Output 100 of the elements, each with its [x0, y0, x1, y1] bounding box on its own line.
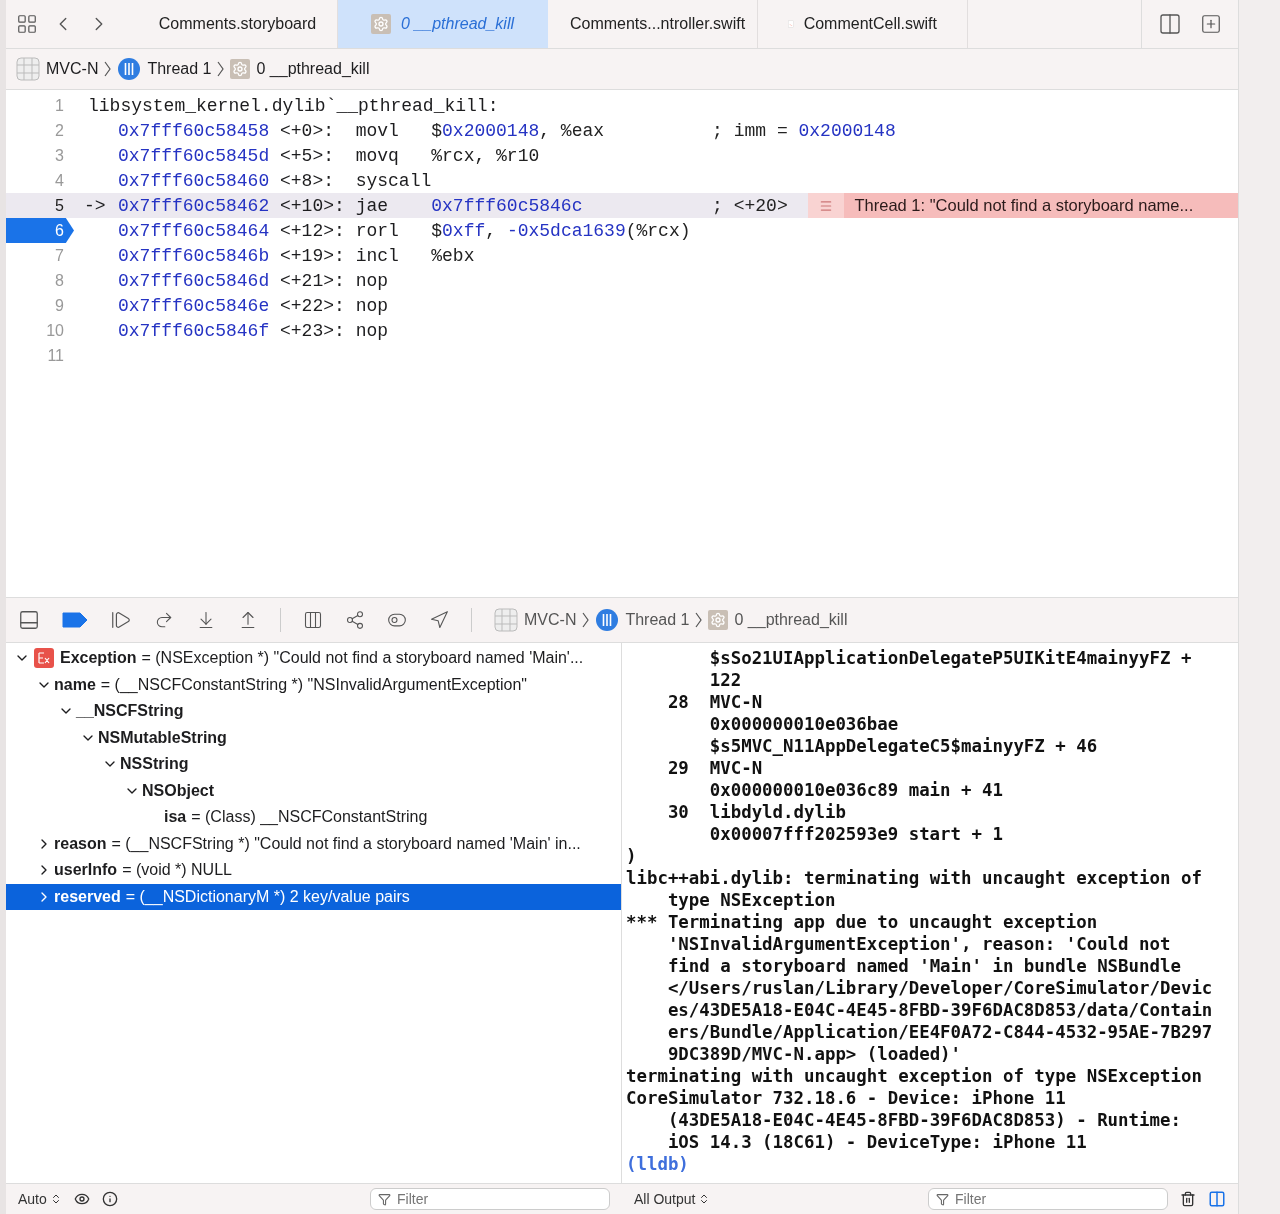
current-instruction-arrow: ->: [84, 195, 106, 216]
breadcrumb-item[interactable]: 0 __pthread_kill: [256, 60, 370, 78]
console-prompt: (lldb): [626, 1154, 689, 1174]
line-number: 4: [54, 171, 65, 191]
scope-dropdown[interactable]: Auto: [18, 1191, 62, 1207]
console-text: libc++abi.dylib: terminating with uncaught exception of: [626, 868, 1202, 888]
variable-row[interactable]: __NSCFString: [6, 698, 621, 725]
instruction-mnemonic: nop: [355, 295, 389, 316]
variable-row[interactable]: Exception = (NSException *) "Could not find a storyboard named 'Main'...: [6, 645, 621, 672]
breakpoints-toggle-icon[interactable]: [62, 612, 88, 628]
line-number: 5: [54, 196, 65, 216]
exception-annotation: Thread 1: "Could not find a storyboard name...: [808, 193, 1238, 218]
breadcrumb-item[interactable]: Thread 1: [625, 611, 690, 629]
instruction-offset: <+0>:: [280, 120, 335, 141]
instruction-comment: ; imm = 0x2000148: [712, 120, 896, 141]
console-text: 'NSInvalidArgumentException', reason: 'Could not: [667, 934, 1171, 954]
variable-row[interactable]: NSMutableString: [6, 724, 621, 751]
console-text: MVC-N: [709, 692, 763, 712]
instruction-offset: <+22>:: [280, 295, 345, 316]
editor-tab[interactable]: CommentCell.swift: [758, 0, 968, 48]
view-hierarchy-icon[interactable]: [303, 610, 323, 630]
lines-icon: [819, 198, 834, 213]
output-dropdown[interactable]: All Output: [634, 1191, 711, 1207]
instruction-operands: %rcx, %r10: [431, 145, 540, 166]
trash-icon[interactable]: [1180, 1191, 1196, 1207]
memory-graph-icon[interactable]: [345, 610, 365, 630]
variable-name: userInfo: [54, 861, 118, 880]
breadcrumb-item[interactable]: MVC-N: [46, 60, 99, 78]
variable-name: isa: [164, 808, 187, 827]
panel-toggle-icon[interactable]: [18, 609, 40, 631]
instruction-offset: <+10>:: [280, 195, 345, 216]
instruction-address: 0x7fff60c5845d: [118, 145, 270, 166]
editor-tab[interactable]: 0 __pthread_kill: [338, 0, 548, 48]
instruction-offset: <+5>:: [280, 145, 335, 166]
console-text: 0x000000010e036bae: [709, 714, 899, 734]
thread-icon: [595, 608, 620, 632]
console-text: ): [626, 846, 637, 866]
split-view-icon[interactable]: [1208, 1190, 1226, 1208]
console-text: 122: [709, 670, 742, 690]
line-number: 11: [46, 346, 65, 366]
breadcrumb-item[interactable]: 0 __pthread_kill: [734, 611, 848, 629]
instruction-mnemonic: movq: [355, 145, 399, 166]
instruction-mnemonic: jae: [355, 195, 389, 216]
editor-layout-icon[interactable]: [1158, 12, 1182, 36]
breadcrumb-item[interactable]: Thread 1: [147, 60, 212, 78]
instruction-mnemonic: nop: [355, 320, 389, 341]
chevron-icon: [695, 612, 703, 628]
line-number: 7: [54, 246, 65, 266]
add-editor-icon[interactable]: [1200, 13, 1222, 35]
variable-row[interactable]: isa = (Class) __NSCFConstantString: [6, 804, 621, 831]
step-over-icon[interactable]: [154, 610, 174, 630]
thread-icon: [117, 57, 142, 81]
variable-name: __NSCFString: [76, 702, 184, 721]
app-icon: [494, 608, 518, 632]
editor-tab[interactable]: Comments...ntroller.swift: [548, 0, 758, 48]
gear-icon: [230, 59, 251, 79]
console-text: libdyld.dylib: [709, 802, 846, 822]
instruction-operands: 0x7fff60c5846c: [431, 195, 583, 216]
line-number: 1: [54, 96, 65, 116]
instruction-address: 0x7fff60c58464: [118, 220, 270, 241]
console-text: es/43DE5A18-E04C-4E45-8FBD-39F6DAC8D853/data/Contain: [667, 1000, 1213, 1020]
console-text: 0x00007fff202593e9 start + 1: [709, 824, 1003, 844]
console-text: terminating with uncaught exception of type NSException: [626, 1066, 1202, 1086]
line-number: 8: [54, 271, 65, 291]
console-text: type NSException: [667, 890, 836, 910]
instruction-offset: <+19>:: [280, 245, 345, 266]
info-icon[interactable]: [101, 1191, 118, 1207]
grid-icon[interactable]: [16, 13, 38, 35]
variable-row[interactable]: name = (__NSCFConstantString *) "NSInvalidArgumentException": [6, 671, 621, 698]
breadcrumb-item[interactable]: MVC-N: [524, 611, 577, 629]
line-number: 3: [54, 146, 65, 166]
instruction-offset: <+21>:: [280, 270, 345, 291]
variable-row[interactable]: NSString: [6, 751, 621, 778]
console-text: </Users/ruslan/Library/Developer/CoreSimulator/Devic: [667, 978, 1213, 998]
location-icon[interactable]: [429, 610, 449, 630]
variable-row[interactable]: userInfo = (void *) NULL: [6, 857, 621, 884]
filter-field[interactable]: Filter: [370, 1188, 610, 1210]
instruction-mnemonic: nop: [355, 270, 389, 291]
symbol-label: libsystem_kernel.dylib`__pthread_kill:: [88, 95, 499, 116]
variable-name: Exception: [60, 649, 137, 668]
eye-icon[interactable]: [73, 1191, 90, 1207]
gear-icon: [708, 610, 729, 630]
variable-name: NSString: [120, 755, 189, 774]
continue-icon[interactable]: [110, 609, 132, 631]
variable-name: reserved: [54, 887, 121, 906]
instruction-address: 0x7fff60c5846f: [118, 320, 270, 341]
exception-icon: [34, 648, 54, 669]
instruction-offset: <+12>:: [280, 220, 345, 241]
line-number: 9: [54, 296, 65, 316]
filter-field[interactable]: Filter: [928, 1188, 1168, 1210]
variable-name: reason: [54, 834, 107, 853]
line-number: 10: [45, 321, 65, 341]
variable-value: = (void *) NULL: [122, 861, 232, 880]
variable-row[interactable]: reason = (__NSCFString *) "Could not find a storyboard named 'Main' in...: [6, 830, 621, 857]
variable-row[interactable]: reserved = (__NSDictionaryM *) 2 key/value pairs: [6, 883, 621, 910]
variable-row[interactable]: NSObject: [6, 777, 621, 804]
console-text: $sSo21UIApplicationDelegateP5UIKitE4mainyyFZ +: [709, 648, 1192, 668]
console-text: 9DC389D/MVC-N.app> (loaded)': [667, 1044, 962, 1064]
instruction-address: 0x7fff60c58462: [118, 195, 270, 216]
variable-value: = (__NSDictionaryM *) 2 key/value pairs: [125, 887, 410, 906]
